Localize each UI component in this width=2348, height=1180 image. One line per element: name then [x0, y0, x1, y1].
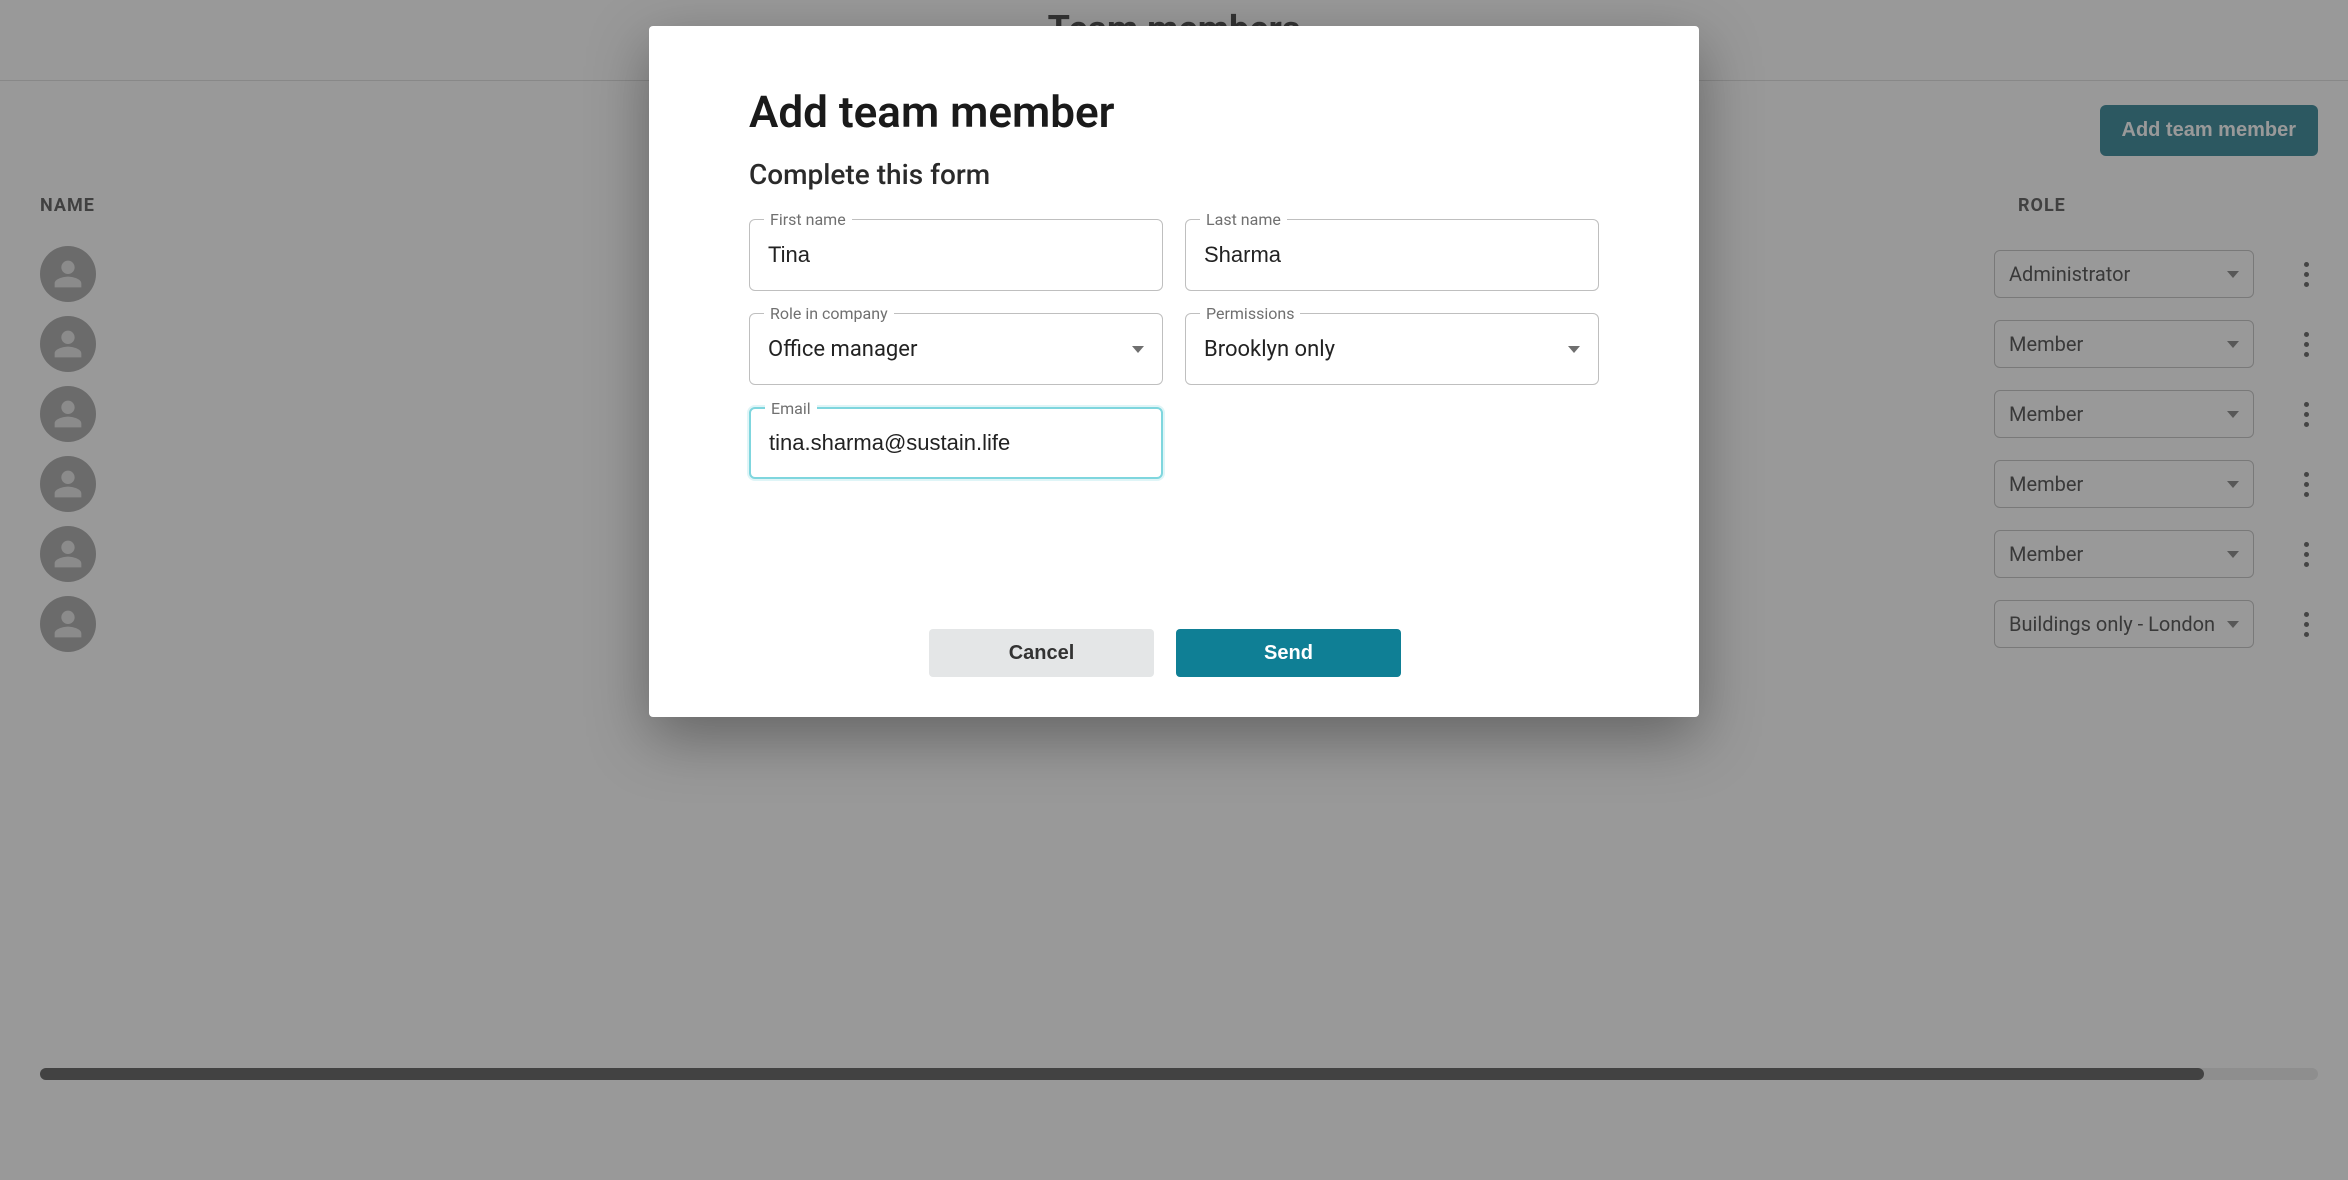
role-select-value: Office manager [768, 337, 917, 362]
modal-subtitle: Complete this form [749, 158, 1599, 191]
last-name-input[interactable] [1204, 242, 1580, 268]
modal-actions: Cancel Send [929, 629, 1599, 677]
permissions-select[interactable]: Brooklyn only [1204, 337, 1580, 362]
email-field-wrapper: Email [749, 407, 1163, 479]
role-field-wrapper: Role in company Office manager [749, 313, 1163, 385]
permissions-field-wrapper: Permissions Brooklyn only [1185, 313, 1599, 385]
modal-backdrop[interactable]: Add team member Complete this form First… [0, 0, 2348, 1180]
chevron-down-icon [1132, 346, 1144, 353]
modal-title: Add team member [749, 86, 1599, 138]
first-name-label: First name [764, 210, 852, 229]
email-label: Email [765, 399, 817, 418]
last-name-field-wrapper: Last name [1185, 219, 1599, 291]
add-team-member-modal: Add team member Complete this form First… [649, 26, 1699, 717]
permissions-label: Permissions [1200, 304, 1300, 323]
cancel-button[interactable]: Cancel [929, 629, 1154, 677]
role-in-company-select[interactable]: Office manager [768, 337, 1144, 362]
first-name-input[interactable] [768, 242, 1144, 268]
permissions-select-value: Brooklyn only [1204, 337, 1335, 362]
chevron-down-icon [1568, 346, 1580, 353]
modal-form: First name Last name Role in company Off… [749, 219, 1599, 479]
role-label: Role in company [764, 304, 894, 323]
last-name-label: Last name [1200, 210, 1287, 229]
email-input[interactable] [769, 430, 1143, 456]
send-button[interactable]: Send [1176, 629, 1401, 677]
first-name-field-wrapper: First name [749, 219, 1163, 291]
